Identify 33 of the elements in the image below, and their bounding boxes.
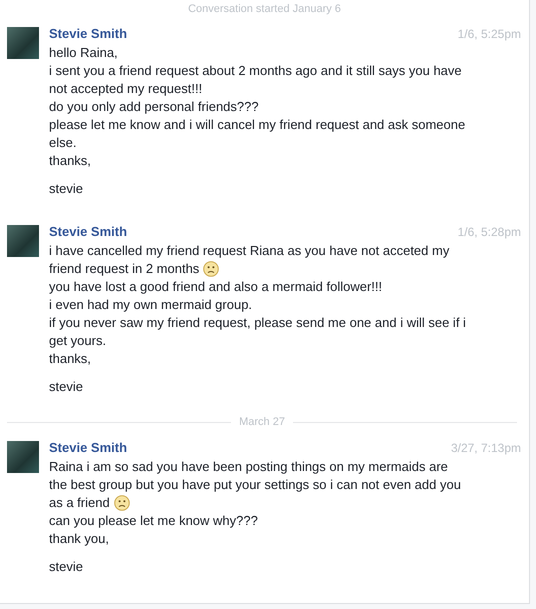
- message-text: get yours.: [49, 332, 106, 350]
- message-text: please let me know and i will cancel my friend request and ask someone: [49, 116, 466, 134]
- conversation-start-label: Conversation started January 6: [188, 3, 341, 15]
- message-text: thank you,: [49, 530, 109, 548]
- message-timestamp: 1/6, 5:25pm: [458, 26, 521, 42]
- author-name-link[interactable]: Stevie Smith: [49, 440, 128, 456]
- message-signoff: stevie: [49, 378, 84, 396]
- message-text: i sent you a friend request about 2 months ago and it still says you have: [49, 62, 462, 80]
- message-text: thanks,: [49, 350, 91, 368]
- author-name-link[interactable]: Stevie Smith: [49, 26, 128, 42]
- date-divider-label: March 27: [238, 416, 286, 428]
- message-signoff: stevie: [49, 180, 84, 198]
- message-signoff: stevie: [49, 558, 84, 576]
- message-text: i have cancelled my friend request Riana as you have not acceted my: [49, 242, 450, 260]
- message-text: you have lost a good friend and also a mermaid follower!!!: [49, 278, 382, 296]
- message-text: can you please let me know why???: [49, 512, 258, 530]
- message-text: hello Raina,: [49, 44, 118, 62]
- message-timestamp: 1/6, 5:28pm: [458, 224, 521, 240]
- message-text: if you never saw my friend request, please send me one and i will see if i: [49, 314, 466, 332]
- message-text: the best group but you have put your settings so i can not even add you: [49, 476, 461, 494]
- author-name-link[interactable]: Stevie Smith: [49, 224, 128, 240]
- message-text: as a friend: [49, 494, 110, 512]
- message-text: do you only add personal friends???: [49, 98, 259, 116]
- message-text: i even had my own mermaid group.: [49, 296, 252, 314]
- message-timestamp: 3/27, 7:13pm: [450, 440, 521, 456]
- avatar-photo-placeholder[interactable]: [7, 225, 39, 257]
- message-text: not accepted my request!!!: [49, 80, 202, 98]
- avatar-photo-placeholder[interactable]: [7, 441, 39, 473]
- message-text: thanks,: [49, 152, 91, 170]
- message-text: Raina i am so sad you have been posting things on my mermaids are: [49, 458, 448, 476]
- avatar-photo-placeholder[interactable]: [7, 27, 39, 59]
- message-text: else.: [49, 134, 76, 152]
- message-text: friend request in 2 months: [49, 260, 200, 278]
